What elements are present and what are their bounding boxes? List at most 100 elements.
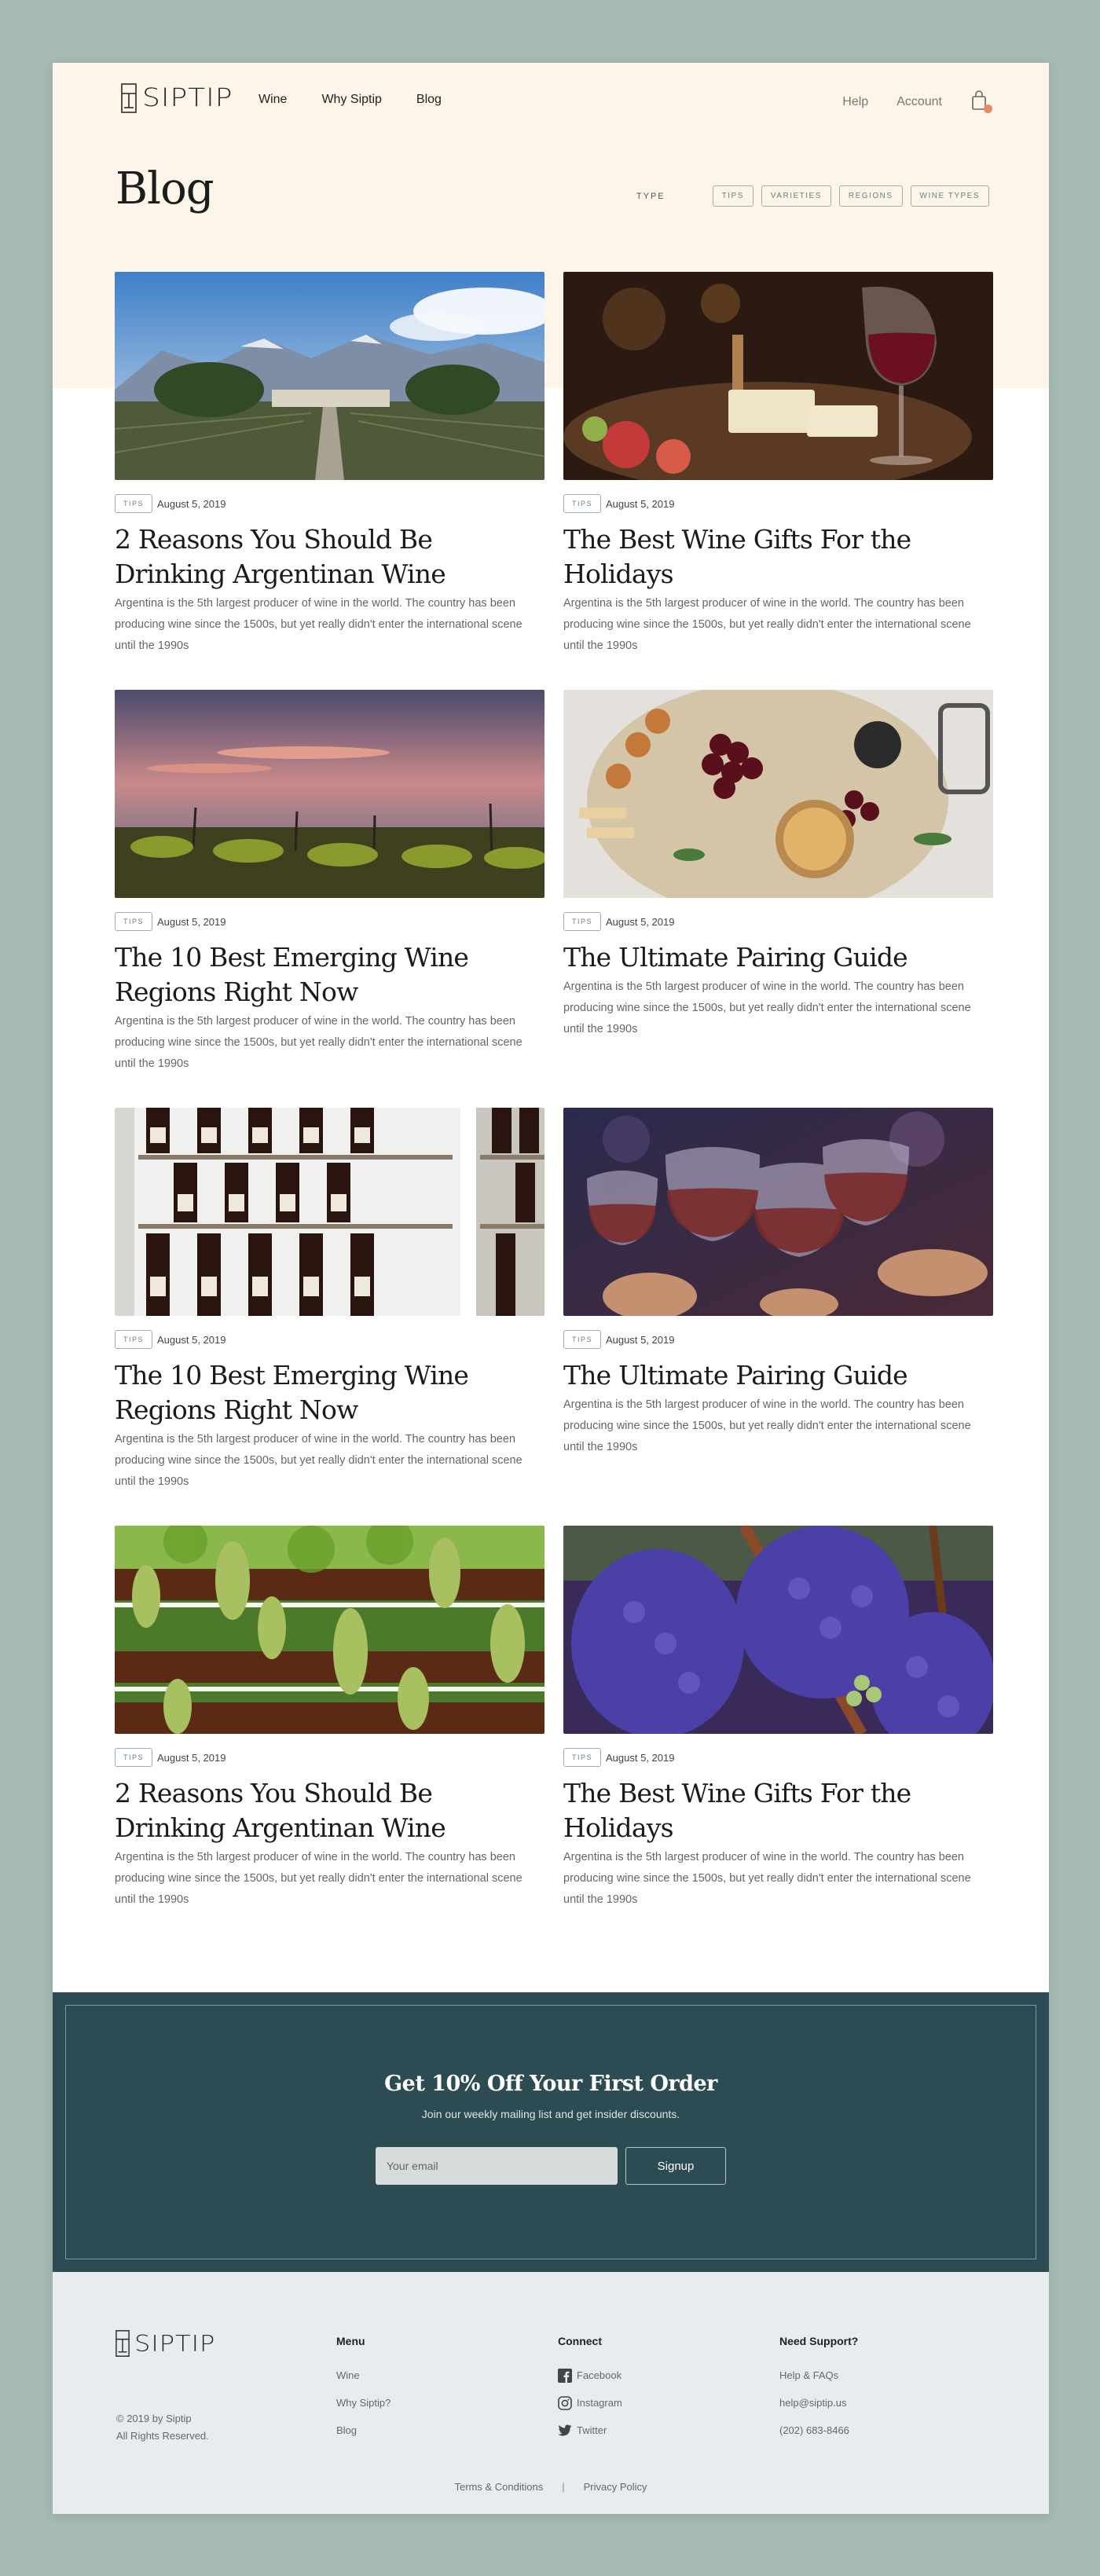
charcuterie-board-photo[interactable]	[563, 690, 993, 898]
facebook-label: Facebook	[577, 2369, 622, 2381]
post-tag[interactable]: TIPS	[115, 1330, 153, 1349]
post-title[interactable]: The Best Wine Gifts For the Holidays	[563, 1776, 993, 1845]
post-tag[interactable]: TIPS	[563, 494, 602, 513]
post-card[interactable]: TIPS August 5, 2019 2 Reasons You Should…	[115, 1526, 544, 1944]
post-card[interactable]: TIPS August 5, 2019 The 10 Best Emerging…	[115, 690, 544, 1108]
newsletter-form: Signup	[66, 2147, 1036, 2185]
post-title[interactable]: The Best Wine Gifts For the Holidays	[563, 522, 993, 592]
post-date: August 5, 2019	[606, 1751, 675, 1764]
newsletter-frame: Get 10% Off Your First Order Join our we…	[65, 2005, 1036, 2259]
filter-label: TYPE	[636, 191, 666, 201]
instagram-label: Instagram	[577, 2397, 622, 2409]
copyright: © 2019 by Siptip All Rights Reserved.	[116, 2410, 209, 2445]
nav-link-why-siptip[interactable]: Why Siptip	[321, 93, 381, 107]
grape-pergola-photo[interactable]	[115, 1526, 544, 1734]
signup-button[interactable]: Signup	[625, 2147, 726, 2185]
privacy-link[interactable]: Privacy Policy	[584, 2481, 647, 2493]
filter-chip-varieties[interactable]: VARIETIES	[761, 185, 831, 207]
post-excerpt: Argentina is the 5th largest producer of…	[115, 597, 522, 652]
filter-chip-tips[interactable]: TIPS	[712, 185, 754, 207]
shopping-bag-icon[interactable]	[970, 90, 992, 113]
footer-link-email[interactable]: help@siptip.us	[779, 2389, 858, 2417]
post-tag[interactable]: TIPS	[563, 912, 602, 931]
purple-grapes-photo[interactable]	[563, 1526, 993, 1734]
newsletter-section: Get 10% Off Your First Order Join our we…	[53, 1992, 1049, 2272]
post-title[interactable]: The 10 Best Emerging Wine Regions Right …	[115, 1358, 544, 1427]
post-tag[interactable]: TIPS	[115, 912, 153, 931]
post-date: August 5, 2019	[606, 915, 675, 928]
page-title: Blog	[116, 163, 214, 214]
mountain-vineyard-photo[interactable]	[115, 272, 544, 480]
post-card[interactable]: TIPS August 5, 2019 The Ultimate Pairing…	[563, 690, 993, 1108]
page-container: SIPTIP Wine Why Siptip Blog Help Account…	[53, 63, 1049, 2514]
rights-line: All Rights Reserved.	[116, 2430, 209, 2442]
post-date: August 5, 2019	[157, 497, 226, 510]
post-excerpt: Argentina is the 5th largest producer of…	[115, 1433, 522, 1488]
post-tag[interactable]: TIPS	[115, 1748, 153, 1767]
filter-chip-regions[interactable]: REGIONS	[838, 185, 903, 207]
post-title[interactable]: The Ultimate Pairing Guide	[563, 940, 993, 975]
post-card[interactable]: TIPS August 5, 2019 2 Reasons You Should…	[115, 272, 544, 690]
copyright-line: © 2019 by Siptip	[116, 2413, 192, 2424]
post-meta: TIPS August 5, 2019	[563, 1330, 993, 1349]
post-excerpt: Argentina is the 5th largest producer of…	[115, 1851, 522, 1906]
post-title[interactable]: The 10 Best Emerging Wine Regions Right …	[115, 940, 544, 1010]
post-title[interactable]: 2 Reasons You Should Be Drinking Argenti…	[115, 522, 544, 592]
post-card[interactable]: TIPS August 5, 2019 The Ultimate Pairing…	[563, 1108, 993, 1526]
footer-link-wine[interactable]: Wine	[336, 2362, 390, 2389]
post-tag[interactable]: TIPS	[563, 1330, 602, 1349]
footer-brand-name: SIPTIP	[134, 2329, 216, 2358]
post-title[interactable]: The Ultimate Pairing Guide	[563, 1358, 993, 1393]
wine-toast-photo[interactable]	[563, 1108, 993, 1316]
site-header: SIPTIP Wine Why Siptip Blog Help Account	[53, 63, 1049, 141]
legal-links: Terms & Conditions | Privacy Policy	[53, 2481, 1049, 2493]
post-date: August 5, 2019	[157, 1333, 226, 1346]
footer-logo[interactable]: SIPTIP	[115, 2329, 215, 2358]
post-excerpt: Argentina is the 5th largest producer of…	[563, 1398, 971, 1453]
instagram-link[interactable]: Instagram	[558, 2389, 622, 2417]
brand-logo[interactable]: SIPTIP	[120, 82, 233, 114]
footer-link-phone[interactable]: (202) 683-8466	[779, 2417, 858, 2444]
footer-menu-column: Menu Wine Why Siptip? Blog	[336, 2335, 390, 2444]
nav-link-help[interactable]: Help	[842, 95, 868, 109]
type-filter: TYPE TIPS VARIETIES REGIONS WINE TYPES	[636, 185, 989, 207]
sunset-vineyard-photo[interactable]	[115, 690, 544, 898]
terms-link[interactable]: Terms & Conditions	[454, 2481, 543, 2493]
newsletter-title: Get 10% Off Your First Order	[384, 2072, 717, 2096]
post-grid: TIPS August 5, 2019 2 Reasons You Should…	[115, 272, 993, 1944]
newsletter-subtitle: Join our weekly mailing list and get ins…	[421, 2108, 680, 2120]
facebook-link[interactable]: Facebook	[558, 2362, 622, 2389]
post-meta: TIPS August 5, 2019	[115, 1748, 544, 1767]
wine-glass-logo-icon	[116, 2330, 130, 2357]
post-title[interactable]: 2 Reasons You Should Be Drinking Argenti…	[115, 1776, 544, 1845]
wine-bottle-shelf-photo[interactable]	[115, 1108, 544, 1316]
post-card[interactable]: TIPS August 5, 2019 The Best Wine Gifts …	[563, 1526, 993, 1944]
footer-connect-column: Connect Facebook Instagram Twitter	[558, 2335, 622, 2444]
account-nav: Help Account	[842, 90, 992, 113]
nav-link-wine[interactable]: Wine	[258, 93, 287, 107]
post-tag[interactable]: TIPS	[563, 1748, 602, 1767]
post-date: August 5, 2019	[157, 915, 226, 928]
footer-support-column: Need Support? Help & FAQs help@siptip.us…	[779, 2335, 858, 2444]
post-excerpt: Argentina is the 5th largest producer of…	[563, 1851, 971, 1906]
legal-separator: |	[562, 2481, 565, 2493]
footer-link-why-siptip[interactable]: Why Siptip?	[336, 2389, 390, 2417]
filter-chip-wine-types[interactable]: WINE TYPES	[910, 185, 989, 207]
brand-name: SIPTIP	[142, 83, 233, 112]
instagram-icon	[558, 2395, 572, 2410]
post-card[interactable]: TIPS August 5, 2019 The Best Wine Gifts …	[563, 272, 993, 690]
post-meta: TIPS August 5, 2019	[563, 912, 993, 931]
email-field[interactable]	[376, 2147, 618, 2185]
post-tag[interactable]: TIPS	[115, 494, 153, 513]
post-meta: TIPS August 5, 2019	[563, 1748, 993, 1767]
twitter-link[interactable]: Twitter	[558, 2417, 622, 2444]
footer-support-heading: Need Support?	[779, 2335, 859, 2347]
post-excerpt: Argentina is the 5th largest producer of…	[563, 597, 971, 652]
wine-glass-cheese-photo[interactable]	[563, 272, 993, 480]
footer-link-help-faqs[interactable]: Help & FAQs	[779, 2362, 858, 2389]
post-meta: TIPS August 5, 2019	[115, 494, 544, 513]
nav-link-account[interactable]: Account	[896, 95, 942, 109]
post-card[interactable]: TIPS August 5, 2019 The 10 Best Emerging…	[115, 1108, 544, 1526]
nav-link-blog[interactable]: Blog	[416, 93, 442, 107]
footer-link-blog[interactable]: Blog	[336, 2417, 390, 2444]
